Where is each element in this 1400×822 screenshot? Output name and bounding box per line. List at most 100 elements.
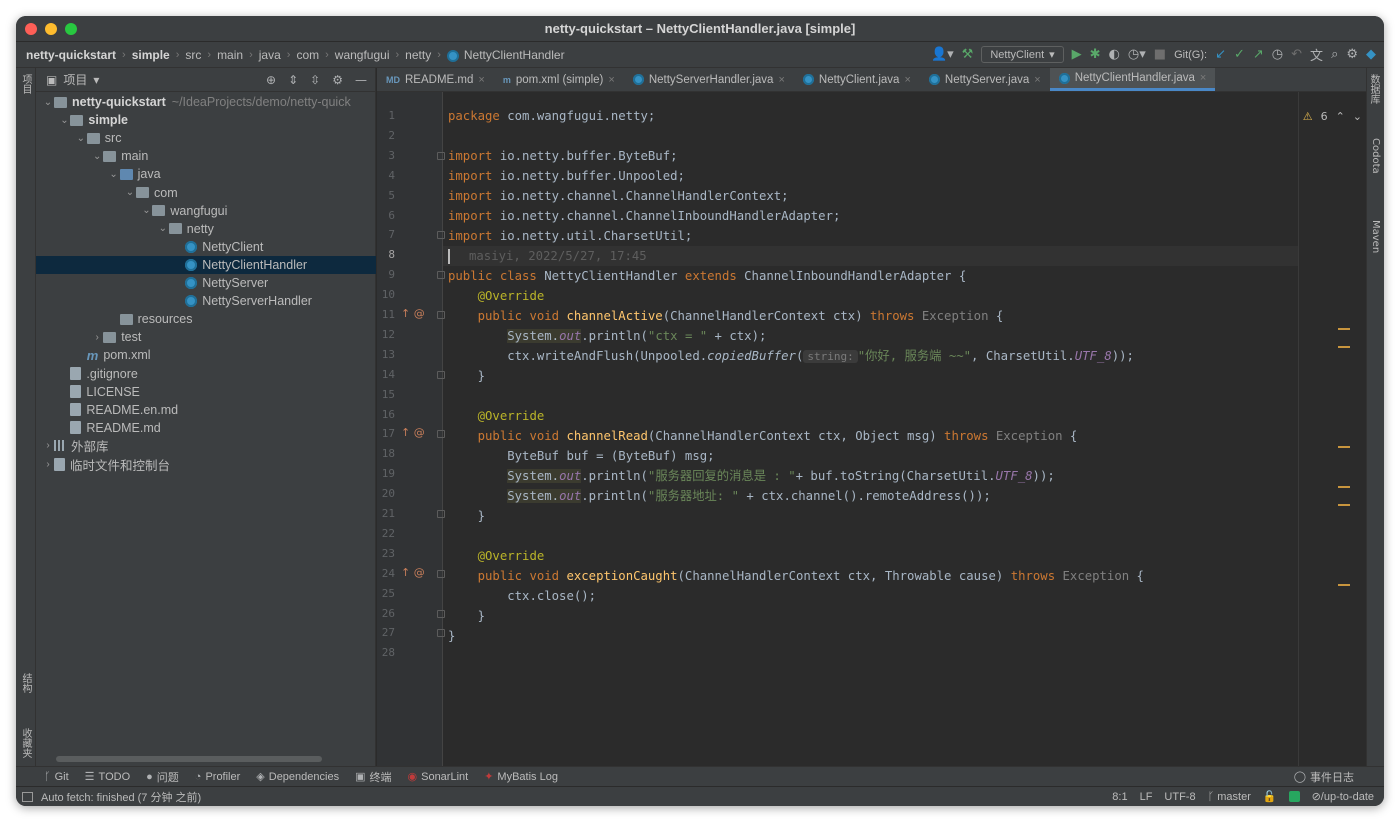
tree-item[interactable]: LICENSE [36, 383, 376, 401]
project-tool-tab[interactable]: 项目 [18, 74, 33, 94]
favorites-tool-tab[interactable]: 收藏夹 [18, 728, 33, 758]
chevron-down-icon[interactable]: ⌄ [108, 169, 120, 180]
status-message[interactable]: Auto fetch: finished (7 分钟 之前) [41, 789, 201, 805]
line-number[interactable]: 5 [377, 189, 395, 202]
breadcrumb-item[interactable]: java [259, 48, 281, 62]
plugin-status-icon[interactable] [1288, 791, 1300, 802]
line-number[interactable]: 23 [377, 547, 395, 560]
editor-tab[interactable]: m pom.xml (simple) × [494, 68, 624, 91]
tool-windows-toggle-icon[interactable] [22, 791, 33, 802]
error-stripe-mark[interactable] [1338, 584, 1350, 586]
fold-marker-icon[interactable] [437, 430, 445, 439]
chevron-down-icon[interactable]: ▾ [93, 73, 99, 87]
git-history-icon[interactable]: ◷ [1272, 47, 1283, 62]
line-number[interactable]: 18 [377, 447, 395, 460]
tree-item[interactable]: NettyClient [36, 238, 376, 256]
line-number[interactable]: 6 [377, 209, 395, 222]
tree-item[interactable]: › test [36, 328, 376, 346]
fold-marker-icon[interactable] [437, 271, 445, 280]
sonarlint-tool-button[interactable]: ◉ SonarLint [408, 770, 469, 784]
editor-tab[interactable]: NettyServer.java × [920, 68, 1050, 91]
chevron-down-icon[interactable]: ⌄ [58, 115, 70, 126]
codota-tool-tab[interactable]: Codota [1370, 138, 1381, 174]
file-encoding[interactable]: UTF-8 [1164, 791, 1195, 803]
profiler-tool-button[interactable]: ◔ Profiler [195, 771, 241, 783]
fold-marker-icon[interactable] [437, 609, 445, 618]
tree-item[interactable]: NettyServer [36, 274, 376, 292]
line-number[interactable]: 9 [377, 268, 395, 281]
fold-marker-icon[interactable] [437, 151, 445, 160]
line-number[interactable]: 15 [377, 388, 395, 401]
editor-gutter[interactable]: 1 2 3 4 5 6 7 8 9 10 11 ↑ @12 13 14 15 16 17 ↑ @18 19 20 21 2… [377, 92, 445, 766]
fold-marker-icon[interactable] [437, 569, 445, 578]
override-marker-icon[interactable]: ↑ @ [401, 307, 425, 320]
close-icon[interactable]: × [608, 74, 614, 86]
line-number[interactable]: 11 [377, 308, 395, 321]
override-marker-icon[interactable]: ↑ @ [401, 566, 425, 579]
breadcrumb-item[interactable]: wangfugui [335, 48, 390, 62]
todo-tool-button[interactable]: ☰ TODO [85, 770, 130, 784]
error-stripe-mark[interactable] [1338, 446, 1350, 448]
tree-item[interactable]: › 临时文件和控制台 [36, 455, 376, 473]
editor-tab[interactable]: NettyClient.java × [794, 68, 920, 91]
breadcrumb-item[interactable]: main [217, 48, 243, 62]
plugin-logo-icon[interactable]: ◆ [1366, 47, 1376, 62]
vcs-status[interactable]: ⊘/up-to-date [1312, 790, 1374, 803]
line-separator[interactable]: LF [1140, 791, 1153, 803]
chevron-down-icon[interactable]: ⌄ [42, 97, 54, 108]
breadcrumb-item[interactable]: netty [405, 48, 431, 62]
event-log-button[interactable]: ◯ 事件日志 [1294, 769, 1384, 785]
git-update-icon[interactable]: ↙ [1215, 47, 1226, 62]
gear-icon[interactable]: ⚙ [1346, 47, 1358, 62]
chevron-right-icon[interactable]: › [91, 332, 103, 343]
project-view-select[interactable]: 项目 [63, 71, 87, 88]
error-stripe-mark[interactable] [1338, 486, 1350, 488]
tree-item[interactable]: ⌄ com [36, 184, 376, 202]
chevron-down-icon[interactable]: ⌄ [140, 205, 152, 216]
fold-marker-icon[interactable] [437, 231, 445, 240]
build-hammer-icon[interactable]: ⚒ [962, 47, 974, 62]
tree-item[interactable]: ⌄ wangfugui [36, 202, 376, 220]
breadcrumb-item[interactable]: netty-quickstart [26, 48, 116, 62]
tree-item[interactable]: ⌄ main [36, 147, 376, 165]
maven-tool-tab[interactable]: Maven [1370, 220, 1381, 253]
breadcrumb-item[interactable]: simple [132, 48, 170, 62]
problems-tool-button[interactable]: ● 问题 [146, 769, 179, 785]
line-number[interactable]: 1 [377, 109, 395, 122]
close-icon[interactable]: × [778, 74, 784, 86]
chevron-down-icon[interactable]: ⌄ [75, 133, 87, 144]
tree-item[interactable]: ⌄ netty [36, 220, 376, 238]
line-number[interactable]: 12 [377, 328, 395, 341]
line-number[interactable]: 2 [377, 129, 395, 142]
fold-marker-icon[interactable] [437, 629, 445, 638]
fold-marker-icon[interactable] [437, 370, 445, 379]
search-icon[interactable]: ⌕ [1331, 47, 1338, 62]
breadcrumb-item[interactable]: src [185, 48, 201, 62]
expand-all-icon[interactable]: ⇕ [288, 73, 298, 87]
line-number[interactable]: 27 [377, 626, 395, 639]
locate-icon[interactable]: ⊕ [266, 73, 276, 87]
git-rollback-icon[interactable]: ↶ [1291, 47, 1302, 62]
editor-tab[interactable]: NettyServerHandler.java × [624, 68, 794, 91]
caret-position[interactable]: 8:1 [1112, 791, 1127, 803]
code-editor[interactable]: 1 2 3 4 5 6 7 8 9 10 11 ↑ @12 13 14 15 16 17 ↑ @18 19 20 21 2… [377, 92, 1366, 766]
tree-item[interactable]: › 外部库 [36, 437, 376, 455]
chevron-down-icon[interactable]: ⌄ [124, 187, 136, 198]
previous-highlight-icon[interactable]: ⌃ [1336, 110, 1345, 123]
breadcrumb-item[interactable]: com [296, 48, 319, 62]
tree-item[interactable]: ⌄ java [36, 165, 376, 183]
chevron-down-icon[interactable]: ⌄ [91, 151, 103, 162]
maximize-window-button[interactable] [65, 23, 77, 35]
line-number[interactable]: 8 [377, 248, 395, 261]
line-number[interactable]: 22 [377, 527, 395, 540]
lock-icon[interactable]: 🔓 [1263, 790, 1277, 803]
editor-tab[interactable]: NettyClientHandler.java × [1049, 68, 1216, 91]
collapse-all-icon[interactable]: ⇳ [310, 73, 320, 87]
git-push-icon[interactable]: ↗ [1253, 47, 1264, 62]
tree-item[interactable]: NettyServerHandler [36, 292, 376, 310]
chevron-down-icon[interactable]: ⌄ [157, 223, 169, 234]
chevron-right-icon[interactable]: › [42, 440, 54, 451]
coverage-icon[interactable]: ◐ [1109, 47, 1120, 62]
git-tool-button[interactable]: ᚴ Git [44, 771, 69, 783]
editor-tab[interactable]: MD README.md × [377, 68, 494, 91]
